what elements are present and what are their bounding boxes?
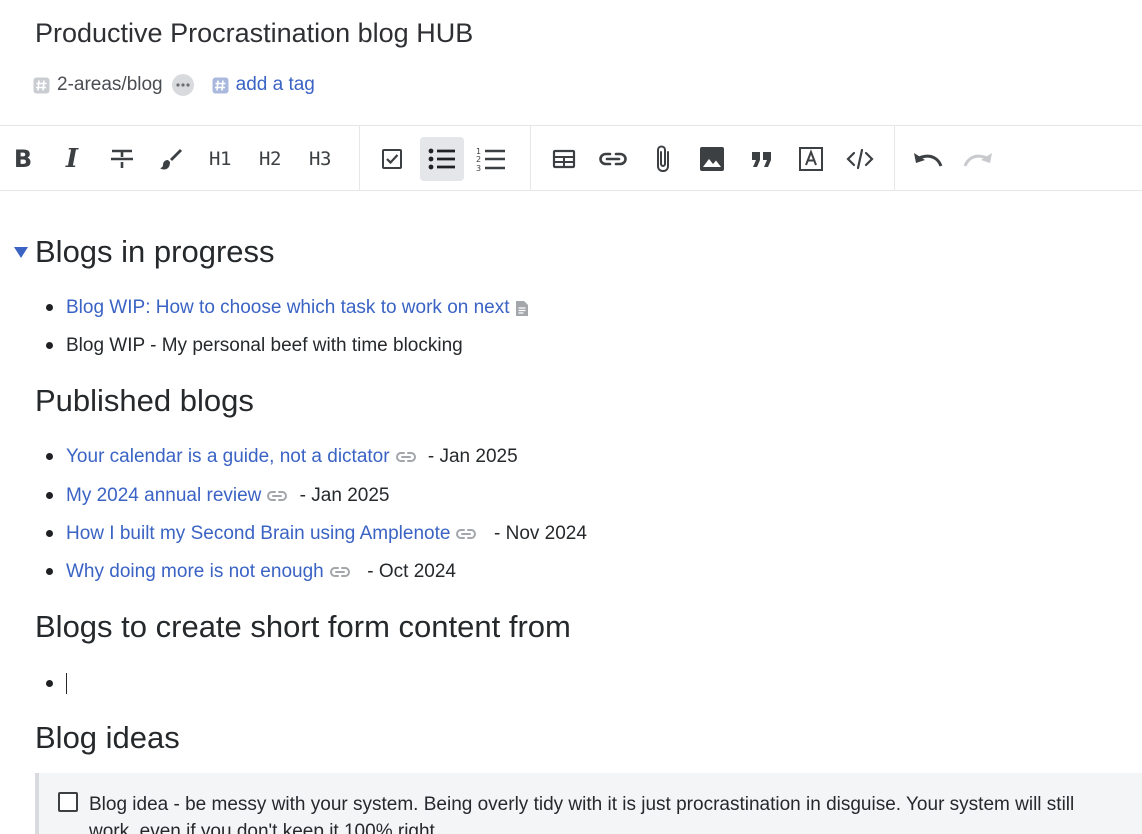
bullet-icon [46, 453, 53, 460]
bullet-icon [46, 304, 53, 311]
bullet-icon [46, 492, 53, 499]
code-icon [846, 148, 874, 170]
text-cursor [66, 673, 67, 694]
bullet-icon [46, 680, 53, 687]
heading3-button[interactable]: H3 [298, 137, 342, 181]
bold-icon: B [13, 145, 33, 173]
bullet-list-button[interactable] [420, 137, 464, 181]
publish-date: - Jan 2025 [294, 485, 390, 506]
bold-button[interactable]: B [1, 137, 45, 181]
list-item: Your calendar is a guide, not a dictator… [66, 445, 518, 469]
list-item: Blog WIP: How to choose which task to wo… [66, 296, 535, 320]
toolbar-divider [530, 126, 531, 191]
publish-date: - Jan 2025 [422, 446, 518, 467]
list-item: Why doing more is not enough - Oct 2024 [66, 560, 456, 584]
code-button[interactable] [838, 137, 882, 181]
image-icon [700, 147, 724, 171]
numbered-list-button[interactable]: 123 [469, 137, 513, 181]
external-link[interactable]: My 2024 annual review [66, 485, 261, 507]
bullet-list-icon [428, 148, 455, 170]
attachment-button[interactable] [641, 137, 685, 181]
external-link[interactable]: How I built my Second Brain using Amplen… [66, 523, 450, 545]
link-icon [329, 566, 351, 578]
hashtag-icon [212, 77, 229, 94]
italic-icon: I [65, 144, 79, 174]
strikethrough-button[interactable] [100, 137, 144, 181]
heading-blog-ideas: Blog ideas [35, 720, 180, 755]
heading-published-blogs: Published blogs [35, 383, 254, 418]
bullet-icon [46, 568, 53, 575]
h1-icon: H1 [209, 148, 231, 170]
list-item-text: Blog WIP - My personal beef with time bl… [66, 335, 463, 356]
highlight-button[interactable] [149, 137, 193, 181]
svg-text:2: 2 [476, 155, 481, 164]
h2-icon: H2 [259, 148, 281, 170]
bullet-icon [46, 530, 53, 537]
undo-button[interactable] [906, 137, 950, 181]
table-icon [552, 149, 576, 169]
paintbrush-icon [160, 149, 182, 170]
numbered-list-icon: 123 [476, 147, 505, 172]
task-checkbox[interactable] [58, 792, 78, 812]
bullet-icon [46, 342, 53, 349]
tag-label[interactable]: 2-areas/blog [57, 74, 163, 96]
text-format-button[interactable] [789, 137, 833, 181]
link-button[interactable] [591, 137, 635, 181]
quote-button[interactable] [740, 137, 784, 181]
strikethrough-icon [111, 149, 133, 168]
link-icon [266, 490, 288, 502]
add-tag-link[interactable]: add a tag [236, 74, 315, 96]
italic-button[interactable]: I [50, 137, 94, 181]
link-icon [599, 152, 627, 166]
task-item[interactable]: Blog idea - be messy with your system. B… [35, 773, 1142, 834]
svg-text:3: 3 [476, 164, 481, 172]
link-icon [395, 451, 417, 463]
undo-icon [914, 153, 943, 167]
heading-blogs-in-progress: Blogs in progress [35, 234, 275, 269]
paperclip-icon [657, 145, 669, 173]
external-link[interactable]: Why doing more is not enough [66, 561, 324, 583]
document-icon [515, 300, 529, 317]
publish-date: - Nov 2024 [483, 523, 587, 544]
list-item: Blog WIP - My personal beef with time bl… [66, 334, 463, 358]
list-item: My 2024 annual review - Jan 2025 [66, 484, 389, 508]
tag-row: 2-areas/blog add a tag [33, 72, 315, 98]
task-list-button[interactable] [370, 137, 414, 181]
ellipsis-icon[interactable] [171, 74, 194, 96]
heading1-button[interactable]: H1 [198, 137, 242, 181]
hashtag-icon [33, 77, 50, 94]
h3-icon: H3 [309, 148, 331, 170]
link-icon [455, 528, 477, 540]
list-item: How I built my Second Brain using Amplen… [66, 522, 587, 546]
note-link[interactable]: Blog WIP: How to choose which task to wo… [66, 297, 510, 319]
quote-icon [752, 152, 771, 167]
external-link[interactable]: Your calendar is a guide, not a dictator [66, 446, 390, 468]
formatting-toolbar: B I H1 H2 H3 123 [0, 125, 1142, 191]
collapse-triangle-icon[interactable] [14, 247, 28, 258]
note-title[interactable]: Productive Procrastination blog HUB [35, 18, 473, 49]
image-button[interactable] [690, 137, 734, 181]
redo-button[interactable] [956, 137, 1000, 181]
heading2-button[interactable]: H2 [248, 137, 292, 181]
redo-icon [963, 153, 992, 167]
table-button[interactable] [542, 137, 586, 181]
note-editor[interactable]: Blogs in progress Blog WIP: How to choos… [0, 191, 1142, 834]
toolbar-divider [894, 126, 895, 191]
toolbar-divider [359, 126, 360, 191]
heading-short-form: Blogs to create short form content from [35, 609, 571, 644]
checkbox-icon [382, 149, 402, 169]
text-box-icon [799, 147, 823, 171]
publish-date: - Oct 2024 [356, 561, 456, 582]
task-text[interactable]: Blog idea - be messy with your system. B… [89, 791, 1089, 834]
